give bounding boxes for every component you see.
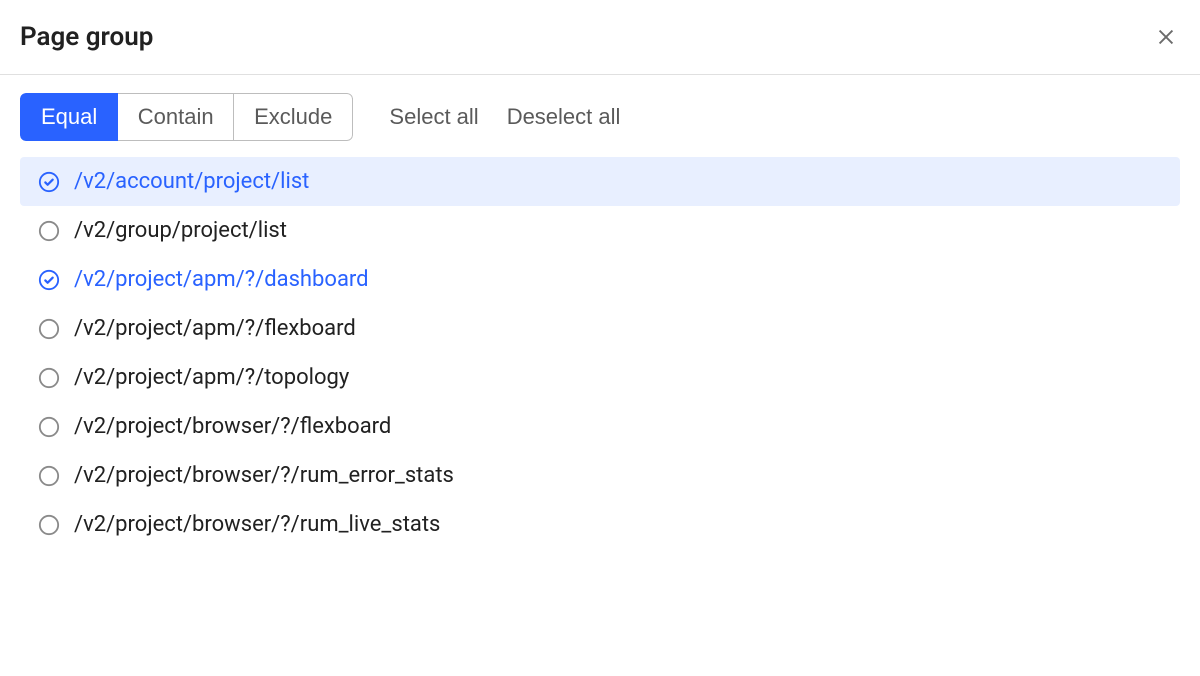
close-icon[interactable] [1152, 23, 1180, 51]
segment-exclude[interactable]: Exclude [233, 93, 353, 141]
list-item[interactable]: /v2/account/project/list [20, 157, 1180, 206]
checked-circle-icon [38, 269, 60, 291]
list-item-label: /v2/project/apm/?/flexboard [74, 316, 356, 341]
deselect-all-button[interactable]: Deselect all [507, 104, 621, 130]
page-group-list: /v2/account/project/list /v2/group/proje… [0, 157, 1200, 549]
dialog-header: Page group [0, 0, 1200, 75]
segment-contain[interactable]: Contain [117, 93, 235, 141]
list-item-label: /v2/group/project/list [74, 218, 287, 243]
unchecked-circle-icon [38, 220, 60, 242]
list-item-label: /v2/project/browser/?/flexboard [74, 414, 391, 439]
list-item-label: /v2/project/browser/?/rum_error_stats [74, 463, 454, 488]
list-item-label: /v2/project/apm/?/topology [74, 365, 349, 390]
unchecked-circle-icon [38, 318, 60, 340]
toolbar: Equal Contain Exclude Select all Deselec… [0, 75, 1200, 157]
filter-mode-segments: Equal Contain Exclude [20, 93, 353, 141]
list-item[interactable]: /v2/group/project/list [20, 206, 1180, 255]
list-item[interactable]: /v2/project/apm/?/topology [20, 353, 1180, 402]
list-item-label: /v2/account/project/list [74, 169, 309, 194]
unchecked-circle-icon [38, 416, 60, 438]
unchecked-circle-icon [38, 465, 60, 487]
checked-circle-icon [38, 171, 60, 193]
unchecked-circle-icon [38, 367, 60, 389]
list-item[interactable]: /v2/project/apm/?/flexboard [20, 304, 1180, 353]
list-item[interactable]: /v2/project/browser/?/flexboard [20, 402, 1180, 451]
list-item-label: /v2/project/browser/?/rum_live_stats [74, 512, 440, 537]
list-item[interactable]: /v2/project/browser/?/rum_error_stats [20, 451, 1180, 500]
list-item[interactable]: /v2/project/apm/?/dashboard [20, 255, 1180, 304]
list-item-label: /v2/project/apm/?/dashboard [74, 267, 369, 292]
unchecked-circle-icon [38, 514, 60, 536]
segment-equal[interactable]: Equal [20, 93, 118, 141]
list-item[interactable]: /v2/project/browser/?/rum_live_stats [20, 500, 1180, 549]
select-all-button[interactable]: Select all [389, 104, 478, 130]
page-title: Page group [20, 22, 153, 52]
selection-actions: Select all Deselect all [389, 104, 620, 130]
